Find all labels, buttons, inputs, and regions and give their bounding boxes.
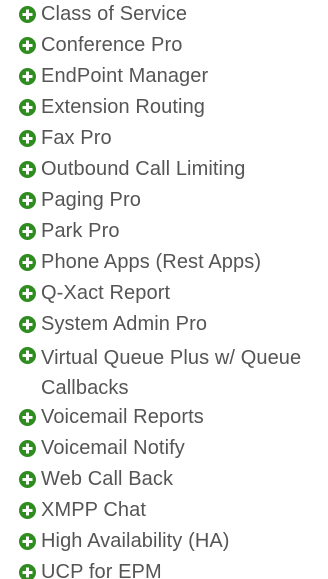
plus-circle-icon — [19, 347, 36, 364]
module-label: UCP for EPM — [41, 561, 162, 579]
module-list: Class of Service Conference Pro EndPoint… — [0, 0, 328, 579]
plus-circle-icon — [19, 223, 36, 240]
module-label: Class of Service — [41, 3, 188, 25]
module-label: EndPoint Manager — [41, 65, 209, 87]
module-label: Extension Routing — [41, 96, 206, 118]
module-item-high-availability: High Availability (HA) — [19, 529, 328, 554]
module-label: Q-Xact Report — [41, 282, 171, 304]
plus-circle-icon — [19, 440, 36, 457]
module-label: XMPP Chat — [41, 499, 147, 521]
plus-circle-icon — [19, 285, 36, 302]
module-label: Web Call Back — [41, 468, 174, 490]
module-item-q-xact-report: Q-Xact Report — [19, 281, 328, 306]
plus-circle-icon — [19, 161, 36, 178]
module-item-outbound-call-limiting: Outbound Call Limiting — [19, 157, 328, 182]
module-item-park-pro: Park Pro — [19, 219, 328, 244]
plus-circle-icon — [19, 502, 36, 519]
module-item-class-of-service: Class of Service — [19, 2, 328, 27]
module-item-fax-pro: Fax Pro — [19, 126, 328, 151]
module-item-extension-routing: Extension Routing — [19, 95, 328, 120]
module-item-phone-apps: Phone Apps (Rest Apps) — [19, 250, 328, 275]
module-label: Outbound Call Limiting — [41, 158, 246, 180]
module-item-endpoint-manager: EndPoint Manager — [19, 64, 328, 89]
module-label: Virtual Queue Plus w/ Queue Callbacks — [41, 347, 302, 399]
module-label: Conference Pro — [41, 34, 183, 56]
plus-circle-icon — [19, 409, 36, 426]
module-label: Voicemail Reports — [41, 406, 204, 428]
module-label: Paging Pro — [41, 189, 141, 211]
module-item-virtual-queue-plus: Virtual Queue Plus w/ Queue Callbacks — [19, 343, 328, 403]
module-item-paging-pro: Paging Pro — [19, 188, 328, 213]
module-label: High Availability (HA) — [41, 530, 230, 552]
plus-circle-icon — [19, 533, 36, 550]
module-item-xmpp-chat: XMPP Chat — [19, 498, 328, 523]
plus-circle-icon — [19, 37, 36, 54]
module-item-system-admin-pro: System Admin Pro — [19, 312, 328, 337]
module-label: Park Pro — [41, 220, 120, 242]
module-label: System Admin Pro — [41, 313, 208, 335]
plus-circle-icon — [19, 99, 36, 116]
module-label: Phone Apps (Rest Apps) — [41, 251, 262, 273]
module-item-voicemail-reports: Voicemail Reports — [19, 405, 328, 430]
plus-circle-icon — [19, 130, 36, 147]
module-item-voicemail-notify: Voicemail Notify — [19, 436, 328, 461]
module-item-web-call-back: Web Call Back — [19, 467, 328, 492]
plus-circle-icon — [19, 316, 36, 333]
plus-circle-icon — [19, 68, 36, 85]
plus-circle-icon — [19, 564, 36, 579]
plus-circle-icon — [19, 6, 36, 23]
module-item-conference-pro: Conference Pro — [19, 33, 328, 58]
module-label: Voicemail Notify — [41, 437, 185, 459]
module-label: Fax Pro — [41, 127, 112, 149]
plus-circle-icon — [19, 192, 36, 209]
module-item-ucp-for-epm: UCP for EPM — [19, 560, 328, 579]
plus-circle-icon — [19, 254, 36, 271]
plus-circle-icon — [19, 471, 36, 488]
